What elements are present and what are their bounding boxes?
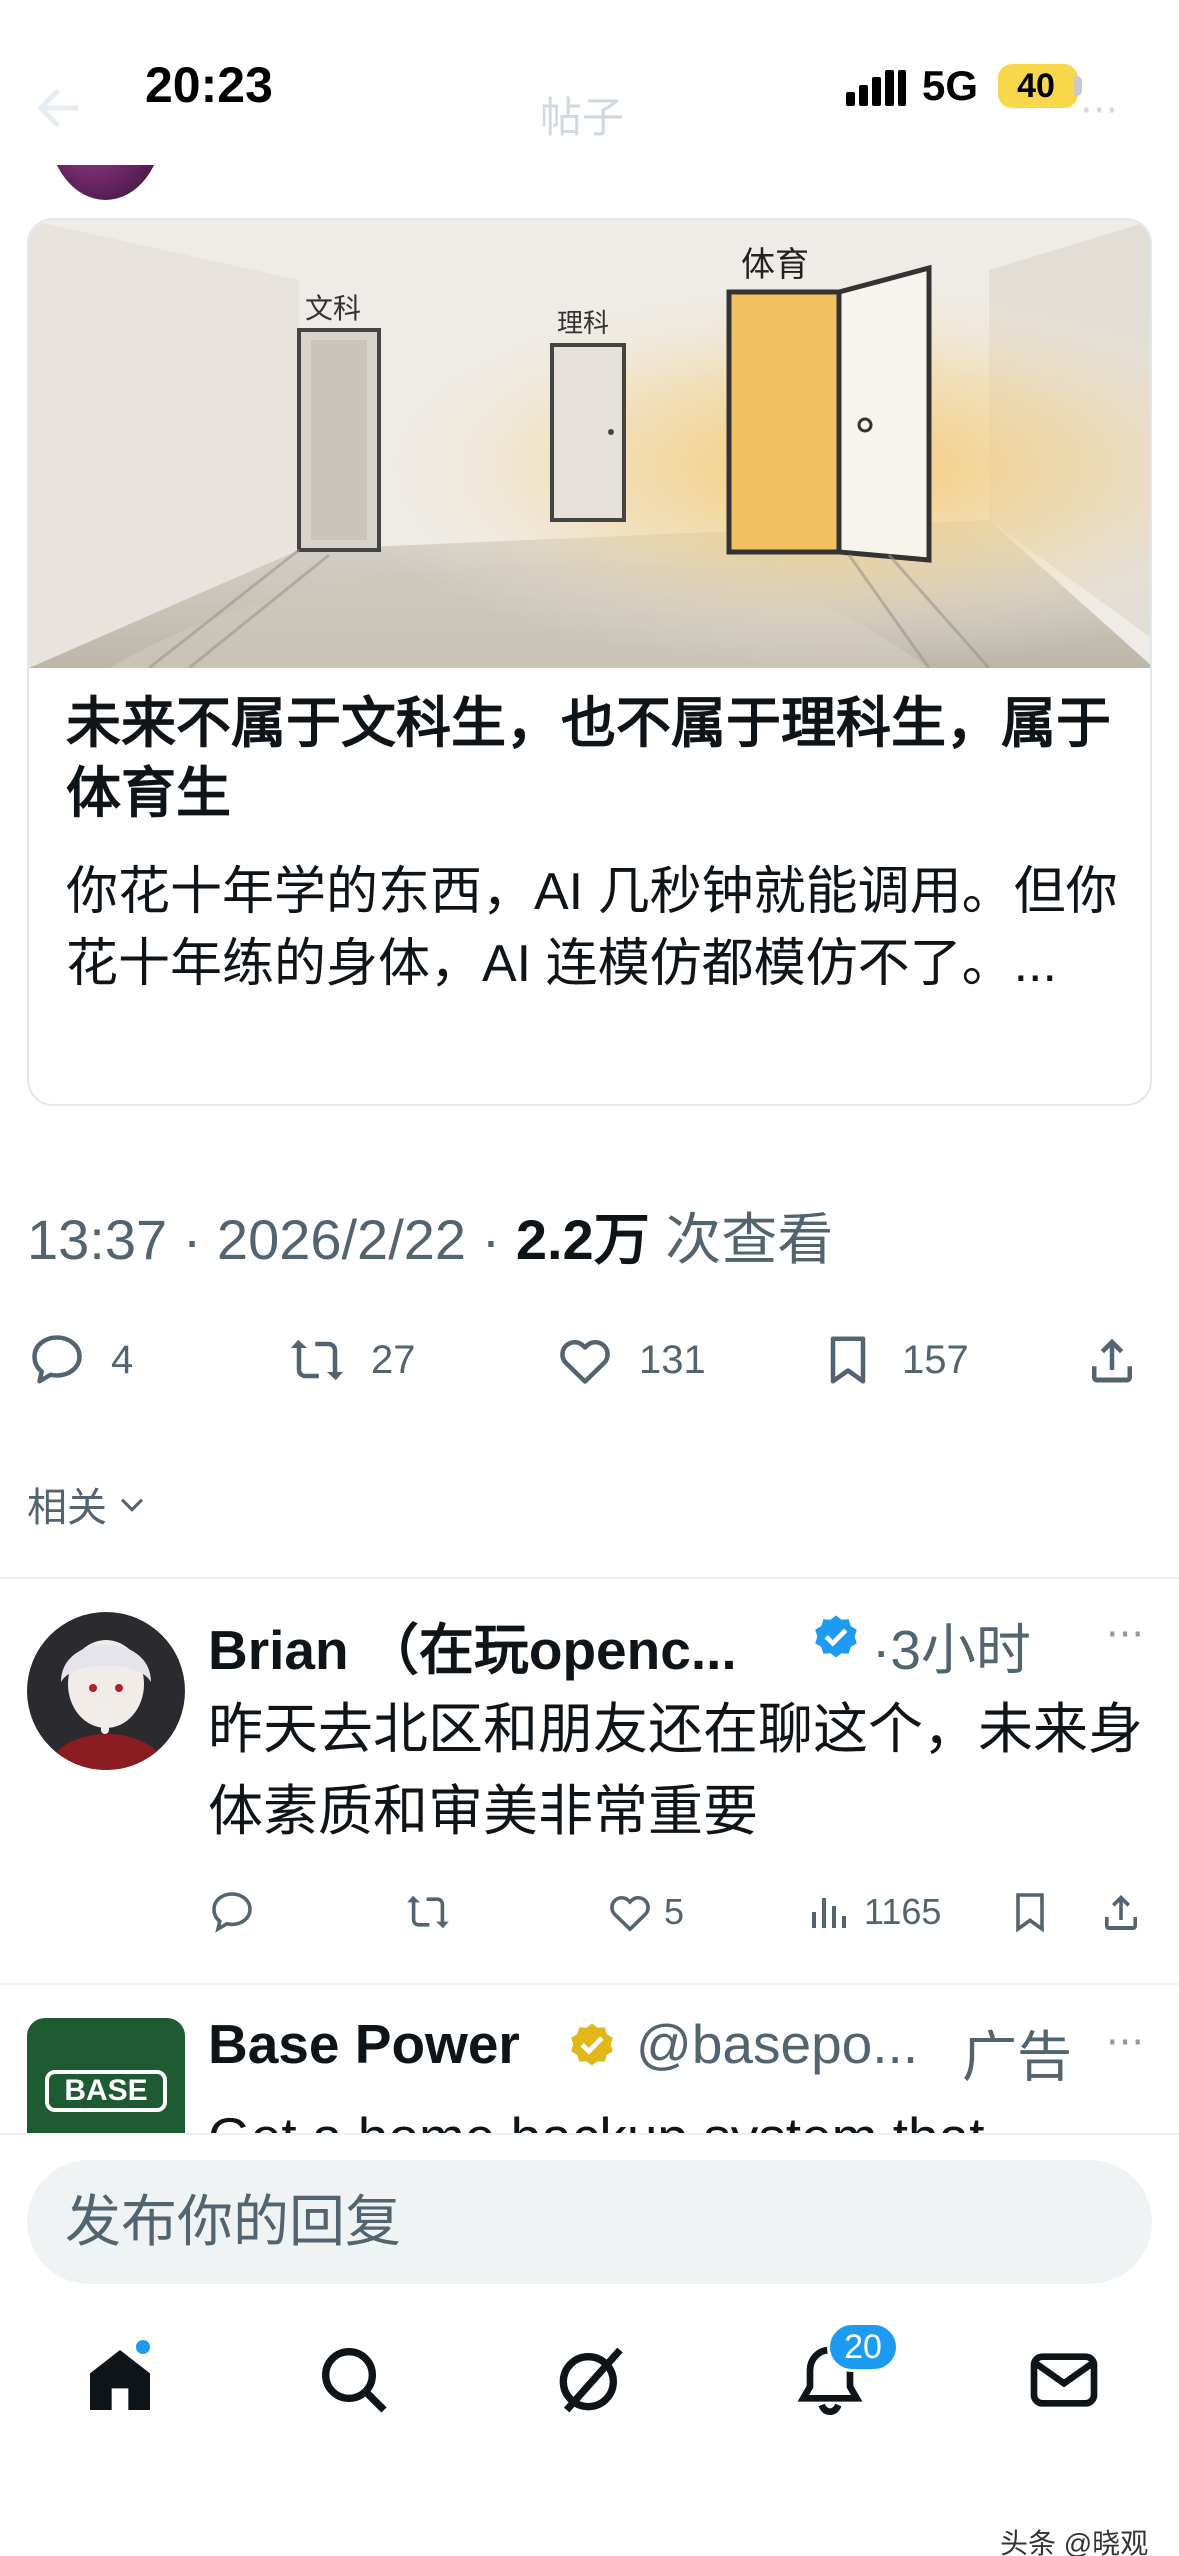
home-notification-dot [134, 2338, 152, 2356]
repost-icon [291, 1339, 343, 1381]
view-label: 次查看 [665, 1208, 834, 1271]
like-button[interactable]: 131 [555, 1320, 706, 1400]
illustration-label-arts: 文科 [305, 292, 361, 325]
chevron-down-icon [120, 1498, 144, 1512]
reply-icon [32, 1335, 82, 1384]
more-options-icon[interactable]: ··· [1080, 88, 1118, 134]
tab-search[interactable] [314, 2340, 394, 2420]
reply-input[interactable]: 发布你的回复 [27, 2160, 1152, 2284]
reply-reply-button[interactable] [208, 1888, 256, 1936]
network-type: 5G [922, 62, 979, 109]
ad-text: Get a home backup system that [208, 2096, 1158, 2133]
reply-icon [212, 1892, 252, 1933]
bookmark-icon [1016, 1893, 1044, 1933]
page-title: 帖子 [540, 93, 625, 142]
repost-count: 27 [371, 1337, 416, 1382]
avatar-image [27, 1612, 185, 1770]
divider [0, 1983, 1179, 1985]
base-logo[interactable]: BASE [27, 2018, 185, 2133]
reply-views-button[interactable]: 1165 [806, 1888, 941, 1936]
repost-icon [407, 1895, 449, 1929]
illustration-label-sports: 体育 [741, 245, 809, 285]
heart-icon [560, 1339, 610, 1384]
verified-badge-icon [815, 1615, 857, 1658]
share-icon [1105, 1895, 1137, 1930]
reply-share-button[interactable] [1097, 1888, 1145, 1936]
bookmark-icon [830, 1336, 866, 1384]
battery-level: 40 [1017, 67, 1055, 105]
reply-count: 4 [111, 1337, 134, 1382]
reply-repost-button[interactable] [404, 1888, 452, 1936]
reply-more-icon[interactable]: ··· [1106, 1612, 1144, 1658]
like-count: 131 [639, 1337, 706, 1382]
related-toggle[interactable]: 相关 [27, 1475, 149, 1533]
bookmark-button[interactable]: 157 [818, 1320, 969, 1400]
analytics-icon [812, 1898, 846, 1928]
post-time: 13:37 [27, 1208, 168, 1271]
tab-messages[interactable] [1024, 2340, 1104, 2420]
related-label: 相关 [27, 1486, 107, 1530]
ad-avatar-clip: BASE [27, 2018, 185, 2133]
post-meta: 13:37 · 2026/2/22 · 2.2万 次查看 [27, 1195, 833, 1276]
reply-input-placeholder: 发布你的回复 [65, 2190, 401, 2253]
share-icon [1092, 1338, 1132, 1383]
battery-cap [1074, 76, 1082, 96]
reply-like-button[interactable]: 5 [606, 1888, 684, 1936]
watermark: 头条 @晓观 [1000, 2528, 1149, 2556]
tab-grok[interactable] [550, 2340, 630, 2420]
article-description: 你花十年学的东西，AI 几秒钟就能调用。但你花十年练的身体，AI 连模仿都模仿不… [66, 863, 1118, 993]
repost-button[interactable]: 27 [287, 1320, 416, 1400]
battery-icon: 40 [998, 64, 1078, 108]
ad-text-clip: Get a home backup system that [208, 2096, 1158, 2133]
ad-more-icon[interactable]: ··· [1106, 2020, 1144, 2066]
reply-text: 昨天去北区和朋友还在聊这个，未来身体素质和审美非常重要 [208, 1698, 1144, 1842]
back-arrow-icon[interactable] [28, 78, 88, 138]
ad-author-name[interactable]: Base Power [208, 2012, 520, 2076]
heart-icon [610, 1895, 650, 1932]
reply-like-count: 5 [664, 1891, 685, 1932]
illustration-label-science: 理科 [557, 309, 609, 339]
divider [0, 1577, 1179, 1579]
view-count: 2.2万 [515, 1208, 650, 1271]
ad-handle[interactable]: @basepo... [636, 2012, 918, 2076]
status-bar: 20:23 帖子 ··· 5G 40 [0, 0, 1179, 165]
share-button[interactable] [1082, 1320, 1142, 1400]
bookmark-count: 157 [902, 1337, 969, 1382]
article-title[interactable]: 未来不属于文科生，也不属于理科生，属于体育生 [66, 688, 1126, 828]
reply-view-count: 1165 [864, 1891, 942, 1932]
cellular-signal-icon [846, 70, 906, 106]
article-card[interactable]: 文科 理科 体育 未来不属于文科生，也不属于理科生，属于体育生 你花十年学的东西… [27, 218, 1152, 1106]
notifications-badge: 20 [827, 2322, 899, 2372]
clock-time: 20:23 [145, 57, 273, 113]
mail-icon [1030, 2353, 1098, 2407]
post-date: 2026/2/22 [216, 1208, 467, 1271]
meta-separator: · [481, 1208, 501, 1271]
ad-label: 广告 [962, 2026, 1073, 2088]
meta-separator: · [182, 1208, 202, 1271]
article-illustration: 文科 理科 体育 [29, 220, 1150, 668]
base-logo-text: BASE [45, 2070, 167, 2112]
reply-button[interactable]: 4 [27, 1320, 133, 1400]
reply-time: ·3小时 [872, 1619, 1031, 1681]
verified-gold-badge-icon [571, 2023, 613, 2066]
reply-author-name[interactable]: Brian （在玩openc... [208, 1605, 737, 1685]
search-icon [322, 2348, 387, 2413]
avatar[interactable] [27, 1612, 185, 1770]
reply-bookmark-button[interactable] [1006, 1888, 1054, 1936]
grok-icon [559, 2347, 623, 2413]
